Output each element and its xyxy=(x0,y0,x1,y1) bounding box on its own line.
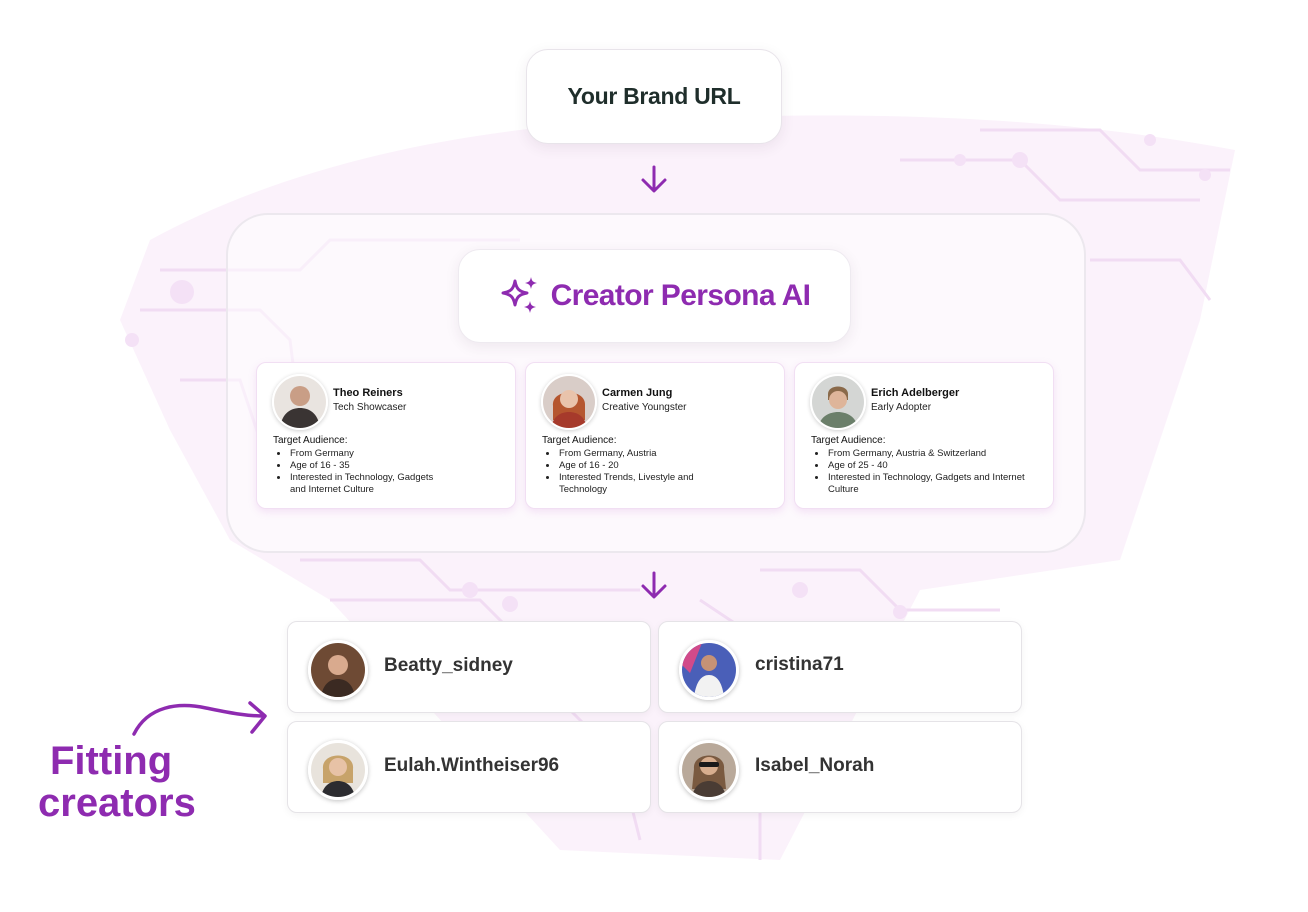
audience-list: From Germany Age of 16 - 35 Interested i… xyxy=(279,448,439,496)
target-audience-label: Target Audience: xyxy=(273,435,348,446)
callout-line-1: Fitting xyxy=(50,739,173,783)
creator-username: cristina71 xyxy=(755,654,844,675)
persona-name: Carmen Jung xyxy=(602,387,673,399)
creator-username: Eulah.Wintheiser96 xyxy=(384,755,560,776)
persona-card: Theo Reiners Tech Showcaser Target Audie… xyxy=(256,362,516,509)
persona-role: Creative Youngster xyxy=(602,402,687,413)
audience-item: Age of 16 - 20 xyxy=(558,460,708,472)
persona-card: Carmen Jung Creative Youngster Target Au… xyxy=(525,362,785,509)
down-arrow-icon xyxy=(641,165,667,193)
creator-card[interactable]: Beatty_sidney xyxy=(287,621,651,713)
audience-item: From Germany, Austria xyxy=(558,448,708,460)
creator-card[interactable]: cristina71 xyxy=(658,621,1022,713)
persona-name: Theo Reiners xyxy=(333,387,403,399)
audience-item: From Germany, Austria & Switzerland xyxy=(827,448,1027,460)
target-audience-label: Target Audience: xyxy=(542,435,617,446)
audience-list: From Germany, Austria Age of 16 - 20 Int… xyxy=(548,448,708,496)
avatar xyxy=(272,374,328,430)
audience-list: From Germany, Austria & Switzerland Age … xyxy=(817,448,1027,496)
audience-item: Age of 16 - 35 xyxy=(289,460,439,472)
avatar xyxy=(679,640,739,700)
persona-ai-title: Creator Persona AI xyxy=(550,279,811,312)
callout-line-2: creators xyxy=(38,781,196,825)
audience-item: Interested in Technology, Gadgets and In… xyxy=(289,472,439,496)
avatar xyxy=(679,740,739,800)
brand-url-label: Your Brand URL xyxy=(567,83,741,109)
creator-username: Isabel_Norah xyxy=(755,755,875,776)
persona-ai-title-box: Creator Persona AI xyxy=(458,249,851,343)
persona-role: Tech Showcaser xyxy=(333,402,407,413)
avatar xyxy=(810,374,866,430)
avatar xyxy=(308,740,368,800)
persona-card: Erich Adelberger Early Adopter Target Au… xyxy=(794,362,1054,509)
fitting-creators-label: Fitting creators xyxy=(38,740,238,824)
brand-url-box: Your Brand URL xyxy=(526,49,782,144)
creator-username: Beatty_sidney xyxy=(384,655,513,676)
creator-card[interactable]: Eulah.Wintheiser96 xyxy=(287,721,651,813)
target-audience-label: Target Audience: xyxy=(811,435,886,446)
audience-item: Interested in Technology, Gadgets and In… xyxy=(827,472,1027,496)
audience-item: Age of 25 - 40 xyxy=(827,460,1027,472)
avatar xyxy=(308,640,368,700)
persona-name: Erich Adelberger xyxy=(871,387,960,399)
sparkle-icon xyxy=(501,277,537,313)
persona-role: Early Adopter xyxy=(871,402,932,413)
audience-item: Interested Trends, Livestyle and Technol… xyxy=(558,472,708,496)
down-arrow-icon xyxy=(641,571,667,599)
curved-arrow-icon xyxy=(132,701,267,736)
audience-item: From Germany xyxy=(289,448,439,460)
avatar xyxy=(541,374,597,430)
creator-card[interactable]: Isabel_Norah xyxy=(658,721,1022,813)
